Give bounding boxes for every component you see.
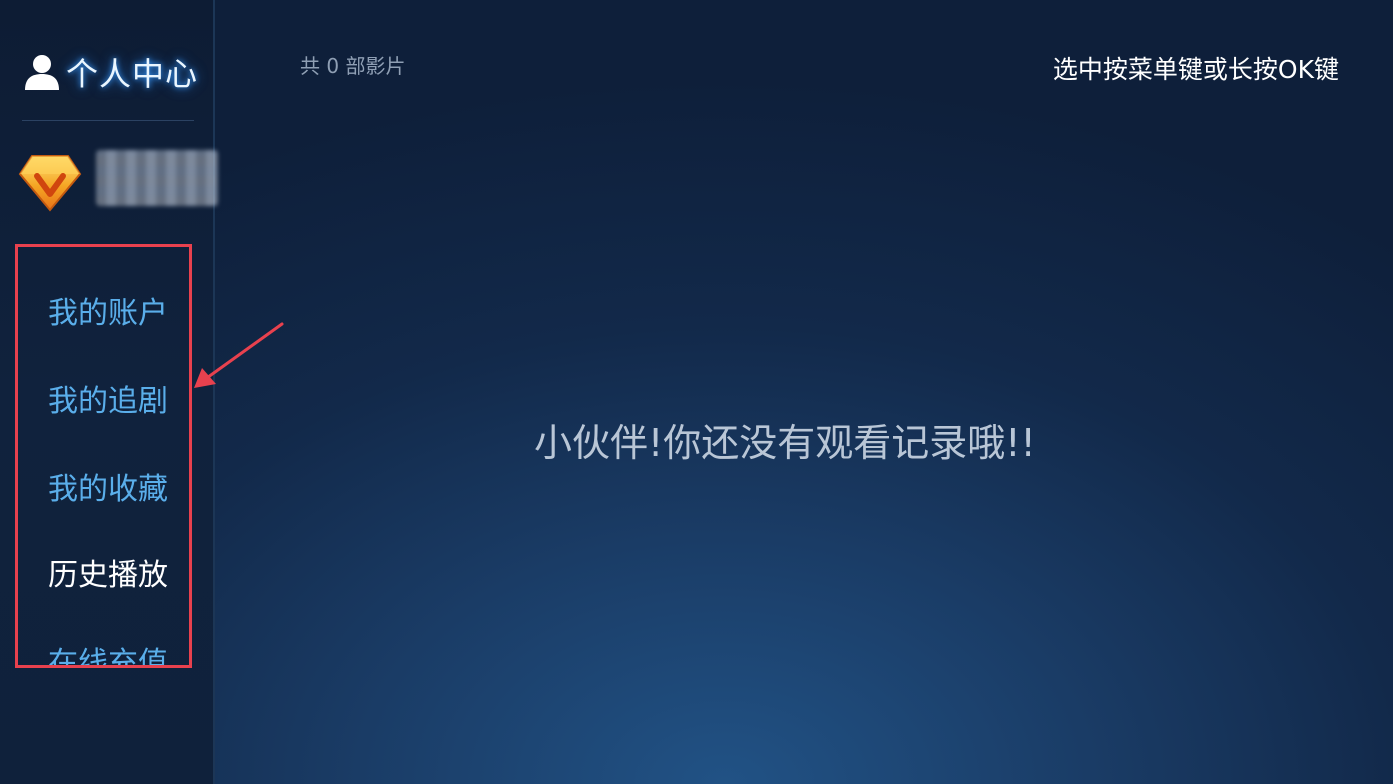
menu-item-my-favorites[interactable]: 我的收藏 <box>48 464 168 508</box>
arrow-annotation-icon <box>194 322 284 388</box>
vip-diamond-icon <box>18 155 82 212</box>
menu-item-recharge[interactable]: 在线充值 <box>48 638 168 665</box>
personal-center-header: 个人中心 <box>22 48 198 96</box>
menu-highlight-box: 我的账户 我的追剧 我的收藏 历史播放 在线充值 <box>15 244 192 668</box>
menu-item-my-series[interactable]: 我的追剧 <box>48 376 168 420</box>
menu-key-hint: 选中按菜单键或长按OK键 <box>1052 55 1339 84</box>
menu-item-my-account[interactable]: 我的账户 <box>48 288 168 332</box>
menu-item-history[interactable]: 历史播放 <box>48 550 168 594</box>
sidebar-divider <box>22 120 194 121</box>
empty-history-message: 小伙伴!你还没有观看记录哦!! <box>534 421 1036 465</box>
page-title: 个人中心 <box>66 55 199 93</box>
username-blurred <box>96 150 218 206</box>
sidebar: 个人中心 我的账户 我的追剧 我的收藏 历史播放 在线充值 <box>0 0 218 784</box>
movie-count: 共 0 部影片 <box>300 54 406 78</box>
user-icon <box>25 55 59 90</box>
